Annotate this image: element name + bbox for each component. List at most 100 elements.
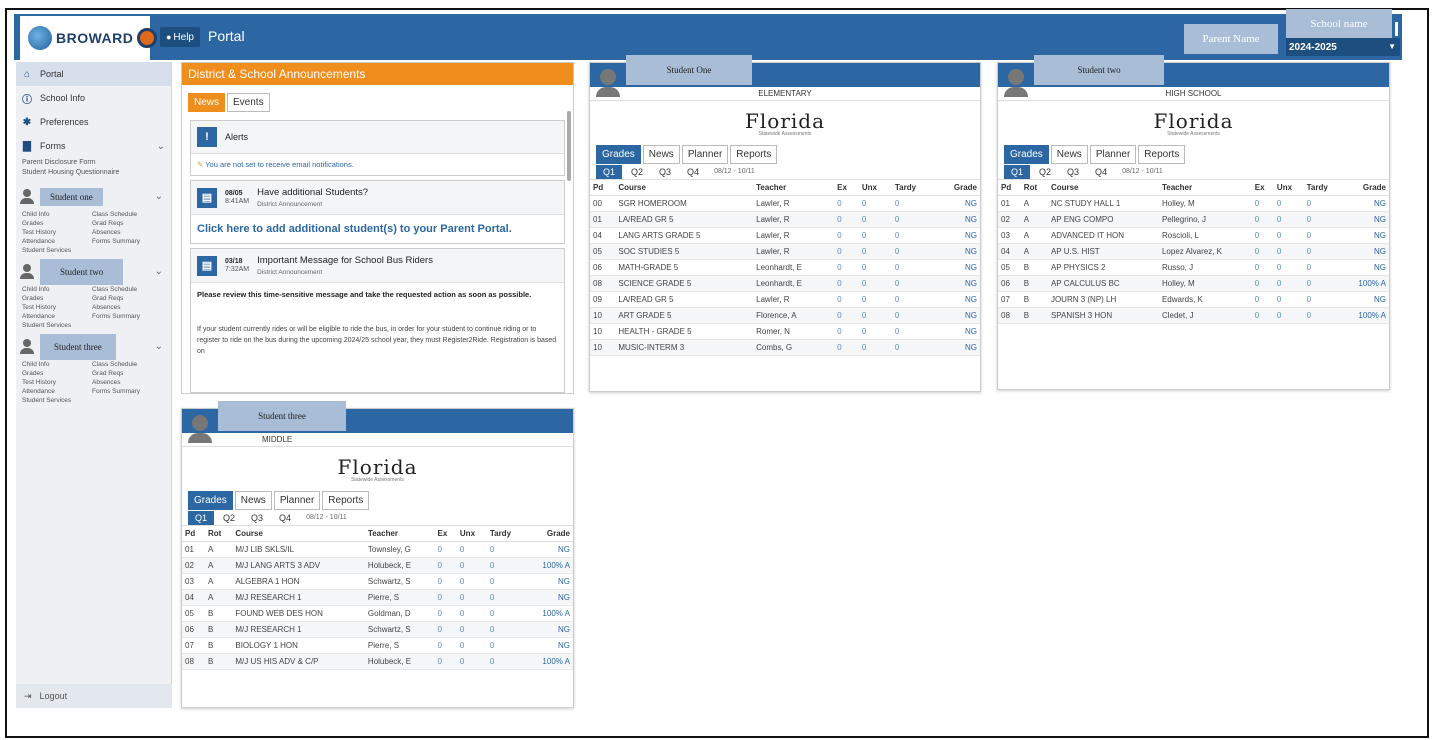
student-link[interactable]: Forms Summary	[92, 312, 172, 321]
student-link[interactable]: Forms Summary	[92, 387, 172, 396]
tab-planner[interactable]: Planner	[681, 145, 729, 164]
table-row[interactable]: 10 ART GRADE 5 Florence, A 0 0 0 NG	[590, 307, 980, 324]
grade-link[interactable]: NG	[1341, 211, 1389, 228]
table-row[interactable]: 03 A ADVANCED IT HON Roscioli, L 0 0 0 NG	[998, 227, 1389, 244]
student-link[interactable]: Student Services	[22, 321, 92, 330]
tab-q2[interactable]: Q2	[216, 511, 242, 525]
table-row[interactable]: 02 A AP ENG COMPO Pellegrino, J 0 0 0 NG	[998, 211, 1389, 228]
student-link[interactable]: Student Services	[22, 396, 92, 405]
grade-link[interactable]: NG	[525, 637, 573, 654]
table-row[interactable]: 06 MATH-GRADE 5 Leonhardt, E 0 0 0 NG	[590, 259, 980, 276]
table-row[interactable]: 08 B SPANISH 3 HON Cledet, J 0 0 0 100% A	[998, 307, 1389, 324]
table-row[interactable]: 05 B FOUND WEB DES HON Goldman, D 0 0 0 100% A	[182, 605, 573, 622]
table-row[interactable]: 10 MUSIC-INTERM 3 Combs, G 0 0 0 NG	[590, 339, 980, 356]
student-link[interactable]: Class Schedule	[92, 210, 172, 219]
student-link[interactable]: Child Info	[22, 210, 92, 219]
table-row[interactable]: 00 SGR HOMEROOM Lawler, R 0 0 0 NG	[590, 195, 980, 212]
student-link[interactable]: Child Info	[22, 360, 92, 369]
grade-link[interactable]: NG	[934, 275, 980, 292]
table-row[interactable]: 07 B JOURN 3 (NP) LH Edwards, K 0 0 0 NG	[998, 291, 1389, 308]
sidebar-student-one[interactable]: Student one ⌄	[16, 184, 171, 210]
sidebar-item-school-info[interactable]: ⓘ School Info	[16, 86, 171, 110]
table-row[interactable]: 04 A AP U.S. HIST Lopez Alvarez, K 0 0 0 NG	[998, 243, 1389, 260]
table-row[interactable]: 07 B BIOLOGY 1 HON Pierre, S 0 0 0 NG	[182, 637, 573, 654]
table-row[interactable]: 01 A M/J LIB SKLS/IL Townsley, G 0 0 0 NG	[182, 541, 573, 558]
tab-q1[interactable]: Q1	[1004, 164, 1031, 179]
scrollbar[interactable]	[567, 111, 571, 181]
table-row[interactable]: 06 B M/J RESEARCH 1 Schwartz, S 0 0 0 NG	[182, 621, 573, 638]
table-row[interactable]: 10 HEALTH - GRADE 5 Romer, N 0 0 0 NG	[590, 323, 980, 340]
student-link[interactable]: Grad Reqs	[92, 219, 172, 228]
table-row[interactable]: 06 B AP CALCULUS BC Holley, M 0 0 0 100% A	[998, 275, 1389, 292]
tab-grades[interactable]: Grades	[1004, 145, 1049, 164]
student-link[interactable]: Class Schedule	[92, 360, 172, 369]
tab-news[interactable]: News	[188, 93, 226, 112]
tab-q4[interactable]: Q4	[680, 165, 706, 179]
tab-grades[interactable]: Grades	[188, 491, 233, 510]
student-link[interactable]: Test History	[22, 303, 92, 312]
student-link[interactable]: Absences	[92, 303, 172, 312]
parent-name[interactable]: Parent Name	[1184, 24, 1278, 54]
year-select[interactable]: 2024-2025 ▼	[1286, 22, 1400, 56]
grade-link[interactable]: 100% A	[525, 653, 573, 670]
student-link[interactable]: Attendance	[22, 387, 92, 396]
grade-link[interactable]: NG	[934, 291, 980, 308]
grade-link[interactable]: NG	[525, 621, 573, 638]
student-link[interactable]: Attendance	[22, 237, 92, 246]
table-row[interactable]: 03 A ALGEBRA 1 HON Schwartz, S 0 0 0 NG	[182, 573, 573, 590]
student-link[interactable]: Grad Reqs	[92, 294, 172, 303]
sidebar-student-three[interactable]: Student three ⌄	[16, 334, 171, 360]
student-link[interactable]: Student Services	[22, 246, 92, 255]
grade-link[interactable]: NG	[934, 227, 980, 244]
student-link[interactable]: Forms Summary	[92, 237, 172, 246]
grade-link[interactable]: NG	[525, 589, 573, 606]
table-row[interactable]: 01 LA/READ GR 5 Lawler, R 0 0 0 NG	[590, 211, 980, 228]
grade-link[interactable]: NG	[525, 573, 573, 590]
sidebar-student-two[interactable]: Student two ⌄	[16, 259, 171, 285]
student-link[interactable]: Test History	[22, 378, 92, 387]
table-row[interactable]: 01 A NC STUDY HALL 1 Holley, M 0 0 0 NG	[998, 195, 1389, 212]
student-link[interactable]: Class Schedule	[92, 285, 172, 294]
table-row[interactable]: 08 B M/J US HIS ADV & C/P Holubeck, E 0 0 0 100…	[182, 653, 573, 670]
grade-link[interactable]: 100% A	[525, 557, 573, 574]
tab-planner[interactable]: Planner	[273, 491, 321, 510]
student-link[interactable]: Absences	[92, 228, 172, 237]
grade-link[interactable]: NG	[525, 541, 573, 558]
alerts-body[interactable]: You are not set to receive email notific…	[205, 160, 354, 169]
tab-q3[interactable]: Q3	[652, 165, 678, 179]
grade-link[interactable]: 100% A	[1341, 275, 1389, 292]
help-button[interactable]: ● Help	[160, 27, 200, 47]
grade-link[interactable]: NG	[934, 307, 980, 324]
student-link[interactable]: Grades	[22, 294, 92, 303]
add-students-link[interactable]: Click here to add additional student(s) …	[191, 214, 564, 243]
grade-link[interactable]: NG	[1341, 259, 1389, 276]
grade-link[interactable]: NG	[934, 339, 980, 356]
table-row[interactable]: 08 SCIENCE GRADE 5 Leonhardt, E 0 0 0 NG	[590, 275, 980, 292]
grade-link[interactable]: NG	[1341, 291, 1389, 308]
tab-news[interactable]: News	[234, 491, 272, 510]
tab-reports[interactable]: Reports	[730, 145, 778, 164]
grade-link[interactable]: NG	[934, 211, 980, 228]
broward-logo[interactable]: BROWARD	[20, 16, 158, 60]
table-row[interactable]: 04 LANG ARTS GRADE 5 Lawler, R 0 0 0 NG	[590, 227, 980, 244]
form-link[interactable]: Parent Disclosure Form	[16, 158, 171, 168]
student-link[interactable]: Grad Reqs	[92, 369, 172, 378]
student-link[interactable]: Grades	[22, 219, 92, 228]
sidebar-item-portal[interactable]: ⌂ Portal	[16, 62, 171, 86]
grade-link[interactable]: NG	[1341, 227, 1389, 244]
sidebar-item-preferences[interactable]: ✱ Preferences	[16, 110, 171, 134]
grade-link[interactable]: 100% A	[1341, 307, 1389, 324]
grade-link[interactable]: 100% A	[525, 605, 573, 622]
grade-link[interactable]: NG	[1341, 243, 1389, 260]
tab-q1[interactable]: Q1	[596, 164, 623, 179]
tab-q4[interactable]: Q4	[1088, 165, 1114, 179]
student-link[interactable]: Child Info	[22, 285, 92, 294]
tab-q3[interactable]: Q3	[1060, 165, 1086, 179]
table-row[interactable]: 09 LA/READ GR 5 Lawler, R 0 0 0 NG	[590, 291, 980, 308]
tab-q4[interactable]: Q4	[272, 511, 298, 525]
grade-link[interactable]: NG	[934, 243, 980, 260]
tab-q2[interactable]: Q2	[624, 165, 650, 179]
grade-link[interactable]: NG	[934, 195, 980, 212]
table-row[interactable]: 05 SOC STUDIES 5 Lawler, R 0 0 0 NG	[590, 243, 980, 260]
sidebar-item-forms[interactable]: ▇ Forms ⌄	[16, 134, 171, 158]
